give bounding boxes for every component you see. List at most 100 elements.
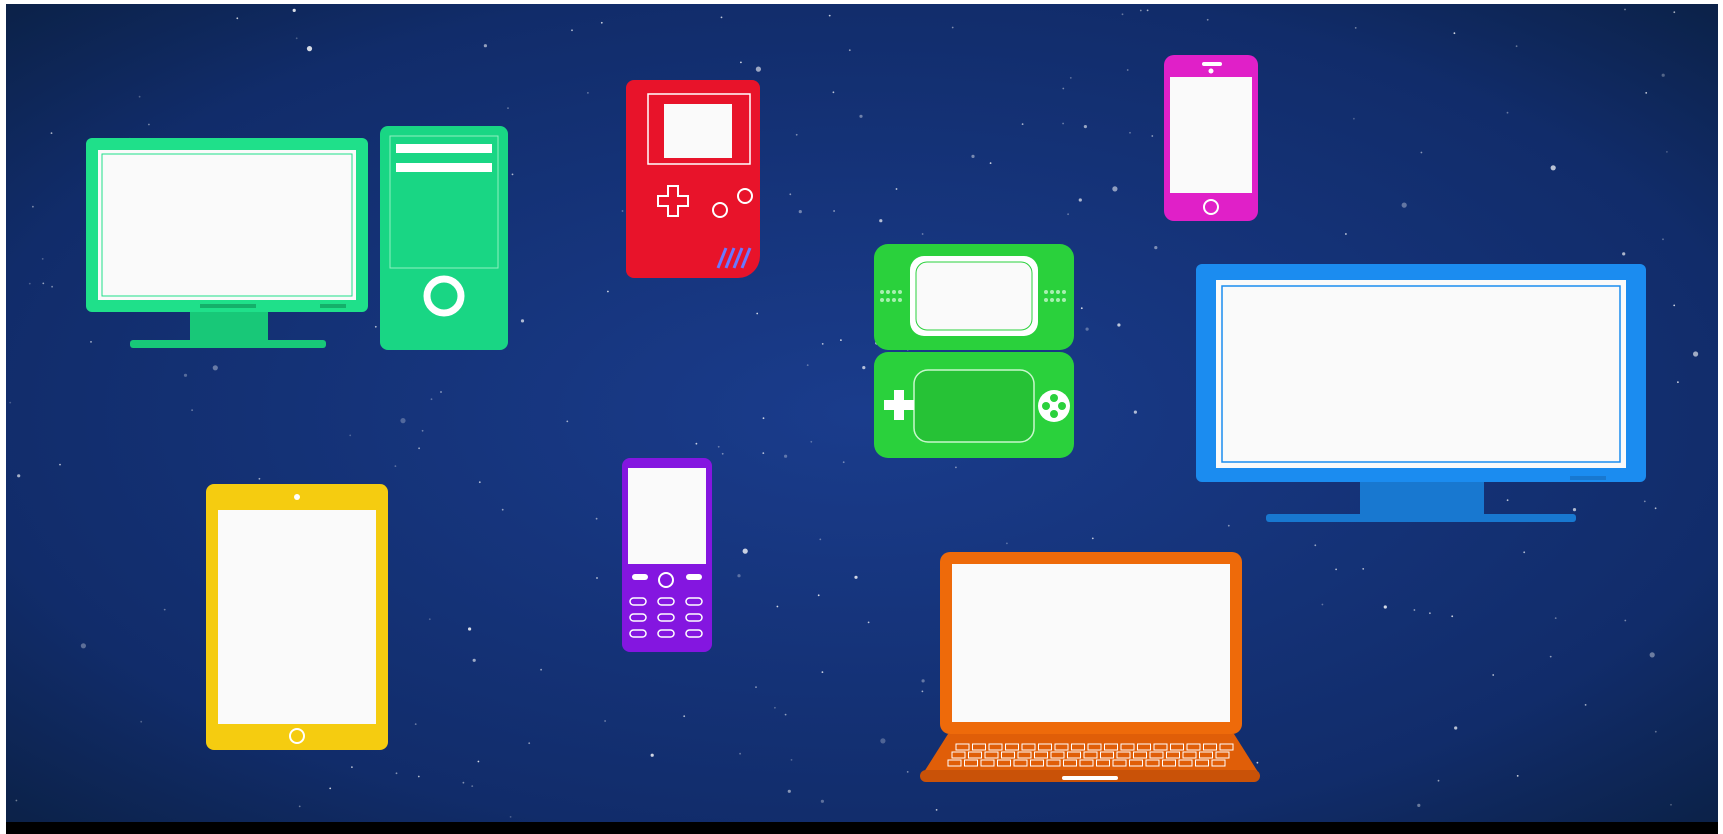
star [820, 799, 825, 803]
star [1345, 233, 1347, 235]
star [1069, 77, 1072, 79]
star [1021, 123, 1024, 125]
star [1523, 551, 1526, 554]
star [1643, 500, 1646, 503]
star [840, 339, 842, 341]
star [1413, 609, 1416, 611]
feature-phone-icon [622, 458, 712, 652]
star [306, 46, 313, 52]
star [400, 418, 406, 424]
star [1677, 381, 1679, 384]
star [935, 809, 938, 811]
star [236, 17, 239, 20]
star [28, 282, 31, 285]
star [1661, 73, 1665, 77]
star [1673, 11, 1676, 14]
star [472, 658, 476, 662]
star [163, 608, 166, 611]
star [720, 16, 723, 19]
star [1146, 9, 1149, 12]
star [374, 325, 377, 328]
star [842, 461, 845, 464]
star [15, 799, 18, 802]
star [784, 454, 788, 458]
handheld-console-icon [626, 80, 760, 278]
star [1417, 803, 1421, 808]
star [140, 720, 143, 723]
star [755, 686, 757, 688]
star [59, 463, 61, 466]
star [414, 723, 417, 725]
star [351, 766, 353, 768]
star [1206, 18, 1209, 21]
star [1078, 198, 1082, 202]
star [921, 679, 925, 683]
star [895, 188, 898, 190]
star [1624, 8, 1626, 11]
star [212, 365, 218, 371]
star [798, 210, 802, 214]
star [1437, 779, 1440, 782]
star [295, 37, 298, 40]
star [859, 114, 863, 118]
star [1353, 117, 1355, 120]
star [1673, 304, 1676, 307]
star [1139, 9, 1142, 12]
star [1362, 568, 1365, 570]
star [1133, 410, 1137, 414]
star [854, 575, 858, 579]
star [511, 173, 514, 176]
star [1129, 131, 1131, 134]
star [862, 366, 866, 370]
star [595, 517, 598, 520]
star [721, 452, 724, 455]
star [740, 61, 742, 64]
star [1256, 761, 1259, 764]
star [821, 671, 824, 673]
star [650, 753, 654, 757]
star [1584, 704, 1587, 706]
star [989, 162, 992, 165]
star [762, 417, 765, 420]
star [784, 713, 787, 716]
star [717, 445, 720, 448]
star [477, 760, 480, 763]
star [1515, 45, 1518, 48]
star [528, 742, 531, 745]
star [833, 210, 835, 212]
star [607, 290, 609, 293]
star [1062, 87, 1065, 90]
star [17, 474, 21, 478]
star [867, 621, 870, 624]
star [755, 66, 762, 72]
star [971, 154, 975, 158]
star [774, 706, 776, 709]
star [418, 447, 420, 450]
star [1451, 615, 1454, 618]
star [395, 772, 398, 775]
star [1080, 307, 1083, 310]
star [349, 434, 352, 437]
star [787, 789, 791, 793]
star [1314, 544, 1317, 547]
desktop-tower-icon [380, 126, 508, 350]
star [756, 312, 759, 315]
star [1554, 617, 1557, 619]
star [421, 429, 424, 432]
star [1572, 508, 1577, 512]
star [848, 49, 851, 52]
star [428, 618, 431, 621]
star [1383, 605, 1387, 609]
star [9, 401, 12, 404]
star [587, 92, 589, 94]
star [955, 466, 957, 469]
star [1492, 674, 1495, 676]
star [1067, 213, 1069, 216]
star [921, 233, 924, 235]
star [906, 771, 909, 773]
star [1117, 323, 1121, 327]
star [520, 319, 525, 323]
star [880, 738, 886, 744]
star [1662, 238, 1664, 241]
star [440, 391, 442, 393]
